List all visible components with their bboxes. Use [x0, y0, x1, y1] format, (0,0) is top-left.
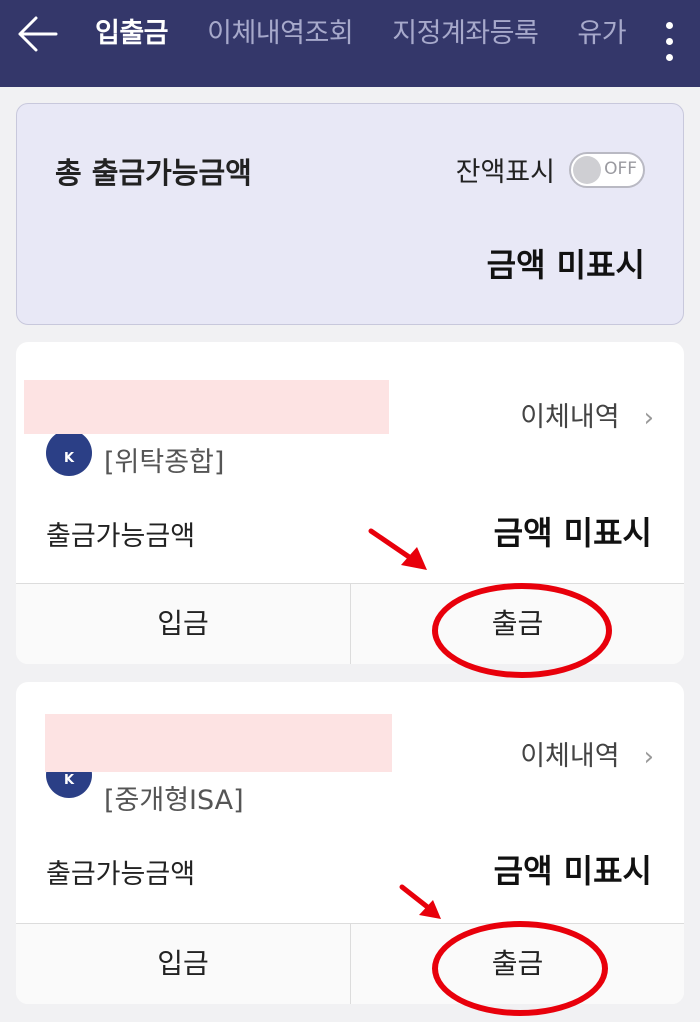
toggle-state: OFF: [604, 159, 637, 179]
transfer-history-label: 이체내역: [520, 402, 620, 433]
total-withdrawable-card: 총 출금가능금액 잔액표시 OFF 금액 미표시: [16, 103, 684, 325]
balance-display-toggle[interactable]: OFF: [569, 152, 645, 188]
deposit-button[interactable]: 입금: [16, 924, 350, 1004]
tab-transfer-history[interactable]: 이체내역조회: [207, 14, 354, 54]
toggle-knob: [573, 156, 601, 184]
withdrawable-label: 출금가능금액: [46, 859, 196, 890]
deposit-button[interactable]: 입금: [16, 584, 350, 664]
chevron-right-icon: ›: [643, 742, 654, 772]
tab-designated-account[interactable]: 지정계좌등록: [392, 14, 539, 54]
annotation-arrow-icon: [368, 528, 427, 570]
total-withdrawable-amount: 금액 미표시: [486, 246, 645, 284]
tab-securities[interactable]: 유가: [577, 14, 626, 54]
total-withdrawable-title: 총 출금가능금액: [55, 156, 252, 190]
account-type: [위탁종합]: [104, 447, 225, 478]
redacted-account-number: [45, 714, 392, 772]
highlight-circle: [432, 921, 608, 1016]
balance-toggle-label: 잔액표시: [455, 157, 555, 188]
redacted-account-number: [24, 380, 389, 434]
back-arrow-icon[interactable]: [14, 14, 60, 54]
transfer-history-link[interactable]: 이체내역 ›: [520, 395, 654, 434]
tab-deposit-withdraw[interactable]: 입출금: [95, 14, 169, 54]
annotation-arrow-icon: [399, 884, 441, 919]
chevron-right-icon: ›: [643, 403, 654, 433]
withdrawable-label: 출금가능금액: [46, 521, 196, 552]
transfer-history-link[interactable]: 이체내역 ›: [520, 734, 654, 773]
tab-bar: 입출금 이체내역조회 지정계좌등록 유가: [95, 14, 660, 54]
transfer-history-label: 이체내역: [520, 741, 620, 772]
withdrawable-amount: 금액 미표시: [493, 514, 652, 552]
withdrawable-amount: 금액 미표시: [493, 852, 652, 890]
highlight-circle: [432, 583, 612, 678]
top-bar: 입출금 이체내역조회 지정계좌등록 유가: [0, 0, 700, 87]
broker-logo: K: [46, 430, 92, 476]
more-vertical-icon[interactable]: [640, 0, 700, 87]
account-type: [중개형ISA]: [104, 785, 244, 816]
